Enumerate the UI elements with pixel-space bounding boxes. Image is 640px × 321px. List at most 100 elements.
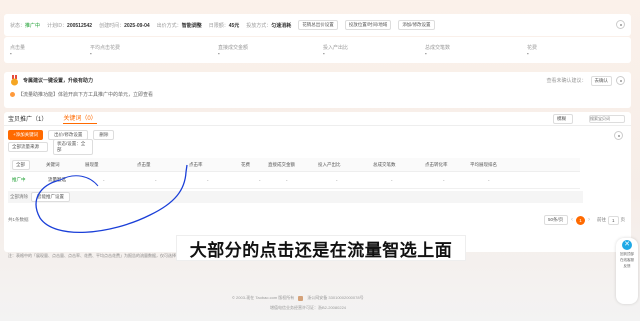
suggestion-title: 专属建议一键设置，升级有助力 <box>23 78 94 84</box>
row-cell: - <box>207 177 209 183</box>
badge-icon <box>298 295 304 301</box>
delivery-label: 投放方式： <box>246 22 272 29</box>
metric-value: - <box>218 50 220 57</box>
icp-text[interactable]: 增值电信业务经营许可证：浙B2-20080224 <box>270 305 346 311</box>
side-feedback[interactable]: 反馈 <box>624 264 631 268</box>
col-cost[interactable]: 花费 <box>241 162 268 168</box>
targeting-button[interactable]: 花销总出价设置 <box>298 20 338 30</box>
plan-id-value: 200512542 <box>67 22 93 29</box>
budget-value: 45元 <box>228 22 240 29</box>
col-clicks[interactable]: 点击量 <box>137 162 189 168</box>
created-value: 2025-09-04 <box>124 22 150 29</box>
bid-label: 出价方式： <box>156 22 182 29</box>
row-cell: - <box>443 177 445 183</box>
row-keyword[interactable]: 流量智选 <box>48 177 103 183</box>
traffic-source-filter[interactable]: 全部流量来源 <box>8 142 48 152</box>
bid-field: 出价方式：智能调整 <box>157 22 202 29</box>
metric-gmv: 直接成交金额 - <box>218 44 323 57</box>
budget-label: 日限额： <box>208 22 229 29</box>
next-page-icon[interactable]: › <box>588 217 590 223</box>
table-header: 全部 关键词 展现量 点击量 点击率 花费 直接成交金额 投入产出比 总成交笔数… <box>10 158 580 172</box>
col-keyword[interactable]: 关键词 <box>30 162 85 168</box>
table-row: 推广中 流量智选 - - - - - - - - - <box>10 172 580 189</box>
metric-label: 投入产出比 <box>323 44 349 51</box>
metrics-card: 点击量 - 平均点击花费 - 直接成交金额 - 投入产出比 - 总成交笔数 - 花费 - <box>4 37 631 63</box>
budget-field: 日限额：45元 <box>209 22 240 29</box>
metric-value: - <box>323 50 325 57</box>
settings-icon[interactable] <box>614 130 623 140</box>
col-orders[interactable]: 总成交笔数 <box>373 162 425 168</box>
row-cell: - <box>488 177 490 183</box>
status-select[interactable]: 全部 <box>12 159 30 170</box>
status-field: 状态：推广中 <box>10 22 40 29</box>
notice-text: 【流量助推功能】体验开启下方工具推广中的单元，立即查看 <box>18 92 154 98</box>
current-page[interactable]: 1 <box>575 215 585 225</box>
metric-label: 直接成交金额 <box>218 44 249 51</box>
delete-button[interactable]: 删除 <box>93 130 115 140</box>
status-value: 推广中 <box>25 22 41 29</box>
settings-icon[interactable] <box>616 20 625 29</box>
side-service[interactable]: 在线客服 <box>620 258 634 262</box>
side-float-panel: ✕ 回到顶部 在线客服 反馈 <box>616 238 638 304</box>
clear-all-button[interactable]: 全部清除 <box>10 194 28 200</box>
metric-click: 点击量 - <box>10 44 90 57</box>
plan-id-field: 计划ID：200512542 <box>47 22 92 29</box>
metric-cost: 花费 - <box>527 44 587 57</box>
help-icon[interactable]: ✕ <box>622 240 632 250</box>
metric-value: - <box>527 50 529 57</box>
side-back-top[interactable]: 回到顶部 <box>620 252 634 256</box>
add-keyword-button[interactable]: +添加关键词 <box>8 130 44 140</box>
col-gmv[interactable]: 直接成交金额 <box>268 162 318 168</box>
col-rank[interactable]: 平均展现排名 <box>470 162 515 168</box>
page-unit: 页 <box>620 217 626 222</box>
confirm-suggest-button[interactable]: 去确认 <box>590 75 612 86</box>
metric-label: 平均点击花费 <box>90 44 121 51</box>
jump-label: 前往 <box>596 217 606 222</box>
status-label: 状态： <box>10 22 26 29</box>
total-count: 共1条数据 <box>8 217 29 222</box>
row-cell: - <box>336 177 338 183</box>
col-impressions[interactable]: 展现量 <box>85 162 137 168</box>
metric-orders: 总成交笔数 - <box>425 44 527 57</box>
search-input[interactable] <box>589 114 625 123</box>
row-status: 推广中 <box>12 177 26 182</box>
row-cell: - <box>391 177 393 183</box>
delivery-value: 匀速消耗 <box>271 22 292 29</box>
col-cvr[interactable]: 点击转化率 <box>425 162 470 168</box>
col-ctr[interactable]: 点击率 <box>189 162 241 168</box>
bid-value: 智能调整 <box>181 22 202 29</box>
row-cell: - <box>103 177 105 183</box>
metric-value: - <box>425 50 427 57</box>
tab-keyword[interactable]: 关键词（0） <box>63 113 97 124</box>
metric-cpc: 平均点击花费 - <box>90 44 218 57</box>
created-field: 创建时间：2025-09-04 <box>99 22 150 29</box>
metric-roi: 投入产出比 - <box>323 44 425 57</box>
status-filter[interactable]: 状态/设置：全部 <box>53 139 93 155</box>
metric-label: 点击量 <box>10 44 26 51</box>
main-card: 宝贝推广（1） 关键词（0） 模糊 +添加关键词 出价/修改设置 删除 全部流量… <box>4 112 631 252</box>
jump-input[interactable]: 1 <box>607 215 619 225</box>
smart-setting-button[interactable]: 智能推广设置 <box>31 192 70 202</box>
metric-label: 总成交笔数 <box>425 44 451 51</box>
row-cell: - <box>259 177 261 183</box>
tab-item-promotion[interactable]: 宝贝推广（1） <box>8 114 47 123</box>
copyright-text: © 2003-现在 Taobao.com 版权所有 <box>232 295 295 300</box>
prev-page-icon[interactable]: ‹ <box>571 217 573 223</box>
video-subtitle: 大部分的点击还是在流量智选上面 <box>176 235 466 261</box>
row-cell: - <box>286 177 288 183</box>
col-roi[interactable]: 投入产出比 <box>318 162 373 168</box>
settings-icon[interactable] <box>616 76 625 85</box>
metric-value: - <box>90 50 92 57</box>
delivery-field: 投放方式：匀速消耗 <box>246 22 291 29</box>
notice-icon <box>10 92 15 97</box>
edit-time-button[interactable]: 投放位置/时间/地域 <box>344 20 392 30</box>
medal-icon <box>10 75 19 86</box>
metric-label: 花费 <box>527 44 538 51</box>
search-mode-select[interactable]: 模糊 <box>553 113 573 124</box>
plan-id-label: 计划ID： <box>47 22 68 29</box>
license-link[interactable]: 浙公网安备 33010002000078号 <box>307 295 363 301</box>
created-label: 创建时间： <box>99 22 125 29</box>
row-cell: - <box>155 177 157 183</box>
custom-settings-button[interactable]: 添加/修改设置 <box>398 20 435 30</box>
page-size-select[interactable]: 50条/页 <box>543 215 568 225</box>
